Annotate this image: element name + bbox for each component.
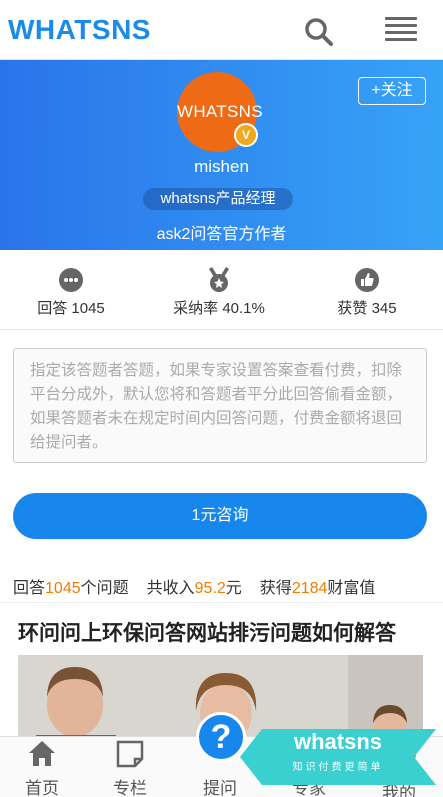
top-bar: WHATSNS — [0, 0, 443, 60]
chat-bubble-icon — [58, 267, 84, 293]
profile-intro: ask2问答官方作者 — [156, 226, 287, 243]
income-value: 95.2 — [194, 580, 226, 597]
stat-adoption-rate[interactable]: 采纳率 40.1% — [154, 267, 284, 318]
column-icon — [115, 739, 145, 769]
stat-likes[interactable]: 获赞 345 — [302, 267, 432, 318]
stats-row: 回答 1045 采纳率 40.1% 获赞 345 — [0, 250, 443, 330]
stat-adoption-text: 采纳率 40.1% — [173, 300, 265, 317]
divider — [0, 602, 443, 603]
brand-badge-slogan: 知识付费更简单 — [292, 762, 384, 773]
search-icon[interactable] — [303, 16, 335, 48]
tab-home-label: 首页 — [25, 779, 59, 797]
stat-likes-text: 获赞 345 — [337, 300, 397, 317]
stat-answers-text: 回答 1045 — [37, 300, 105, 317]
answer-summary: 回答1045个问题 共收入95.2元 获得2184财富值 — [13, 580, 376, 597]
tab-column[interactable]: 专栏 — [86, 737, 174, 797]
brand-badge[interactable]: whatsns 知识付费更简单 — [240, 727, 436, 787]
verified-badge: V — [234, 123, 258, 147]
tab-home[interactable]: 首页 — [0, 737, 86, 797]
ask-question-button[interactable]: ? — [196, 712, 246, 762]
tab-column-label: 专栏 — [113, 779, 147, 797]
follow-button[interactable]: +关注 — [358, 77, 426, 105]
medal-icon — [206, 267, 232, 293]
site-logo[interactable]: WHATSNS — [8, 14, 151, 46]
stat-answers[interactable]: 回答 1045 — [6, 267, 136, 318]
answers-count: 1045 — [45, 580, 81, 597]
consult-button[interactable]: 1元咨询 — [13, 493, 427, 539]
username: mishen — [194, 157, 249, 176]
article-title[interactable]: 环问问上环保问答网站排污问题如何解答 — [18, 617, 396, 647]
profile-header: WHATSNS V +关注 mishen whatsns产品经理 ask2问答官… — [0, 60, 443, 250]
role-badge: whatsns产品经理 — [143, 188, 293, 210]
brand-badge-word: whatsns — [293, 729, 383, 754]
menu-icon[interactable] — [385, 17, 417, 45]
question-input[interactable]: 指定该答题者答题，如果专家设置答案查看付费，扣除平台分成外，默认您将和答题者平分… — [13, 348, 427, 463]
wealth-value: 2184 — [291, 580, 328, 597]
thumbs-up-icon — [354, 267, 380, 293]
home-icon — [27, 739, 57, 769]
